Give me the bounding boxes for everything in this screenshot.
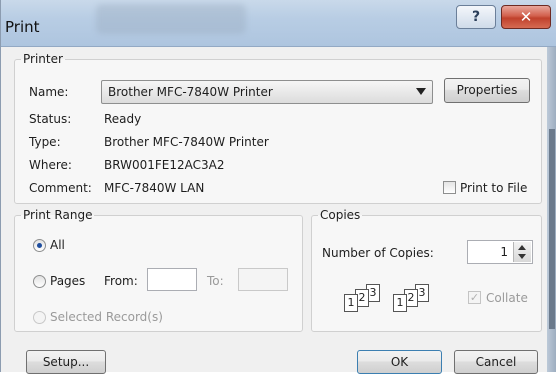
ok-button[interactable]: OK xyxy=(357,350,442,374)
number-of-copies-label: Number of Copies: xyxy=(322,246,434,260)
copies-value: 1 xyxy=(500,245,508,259)
printer-group-legend: Printer xyxy=(23,52,63,66)
question-mark-icon: ? xyxy=(471,9,481,25)
where-label: Where: xyxy=(29,158,72,172)
printer-name-select[interactable]: Brother MFC-7840W Printer xyxy=(101,80,433,104)
collate-label: Collate xyxy=(486,291,528,305)
ok-button-label: OK xyxy=(390,355,409,369)
to-input[interactable] xyxy=(238,268,288,291)
selected-records-label: Selected Record(s) xyxy=(50,310,163,324)
properties-button[interactable]: Properties xyxy=(444,78,530,103)
window-edge xyxy=(547,47,556,372)
collate-stack-icon-2: 3 2 1 xyxy=(393,284,443,314)
status-value: Ready xyxy=(104,112,142,126)
copies-legend: Copies xyxy=(320,208,361,222)
close-icon: ✕ xyxy=(519,8,533,26)
where-value: BRW001FE12AC3A2 xyxy=(104,158,225,172)
pages-label: Pages xyxy=(50,274,86,288)
collate-stack-icon-1: 3 2 1 xyxy=(344,284,394,314)
printer-name-value: Brother MFC-7840W Printer xyxy=(108,85,273,99)
name-label: Name: xyxy=(29,85,69,99)
print-dialog: Print ? ✕ Printer Name: Brother MFC-7840… xyxy=(0,0,556,374)
all-radio[interactable] xyxy=(33,239,46,252)
properties-button-label: Properties xyxy=(456,83,518,97)
blurred-title-region xyxy=(96,4,246,34)
all-label: All xyxy=(50,238,65,252)
cancel-button[interactable]: Cancel xyxy=(454,350,538,374)
help-button[interactable]: ? xyxy=(456,5,496,29)
chevron-down-icon xyxy=(416,88,426,95)
type-label: Type: xyxy=(29,135,61,149)
checkmark-icon: ✓ xyxy=(469,291,480,304)
collate-page-1: 1 xyxy=(344,294,358,312)
status-label: Status: xyxy=(29,112,72,126)
comment-label: Comment: xyxy=(29,181,92,195)
selected-records-radio[interactable] xyxy=(33,311,46,324)
to-label: To: xyxy=(207,274,224,288)
from-input[interactable] xyxy=(147,268,197,291)
title-bar[interactable]: Print ? ✕ xyxy=(1,0,556,47)
comment-value: MFC-7840W LAN xyxy=(104,181,205,195)
setup-button[interactable]: Setup... xyxy=(26,350,106,374)
pages-radio[interactable] xyxy=(33,275,46,288)
from-label: From: xyxy=(104,274,138,288)
close-button[interactable]: ✕ xyxy=(501,5,551,29)
type-value: Brother MFC-7840W Printer xyxy=(104,135,269,149)
cancel-button-label: Cancel xyxy=(475,355,517,369)
stepper-down-icon[interactable] xyxy=(518,254,526,259)
collate-checkbox[interactable]: ✓ xyxy=(468,291,481,304)
stepper-up-icon[interactable] xyxy=(518,245,526,250)
print-to-file-label: Print to File xyxy=(460,181,528,195)
collate-page-1: 1 xyxy=(393,294,407,312)
dialog-title: Print xyxy=(5,18,40,36)
print-range-legend: Print Range xyxy=(23,208,93,222)
print-to-file-checkbox[interactable] xyxy=(443,181,456,194)
setup-button-label: Setup... xyxy=(42,355,90,369)
copies-stepper[interactable]: 1 xyxy=(467,240,533,264)
copies-stepper-arrows[interactable] xyxy=(513,242,531,262)
